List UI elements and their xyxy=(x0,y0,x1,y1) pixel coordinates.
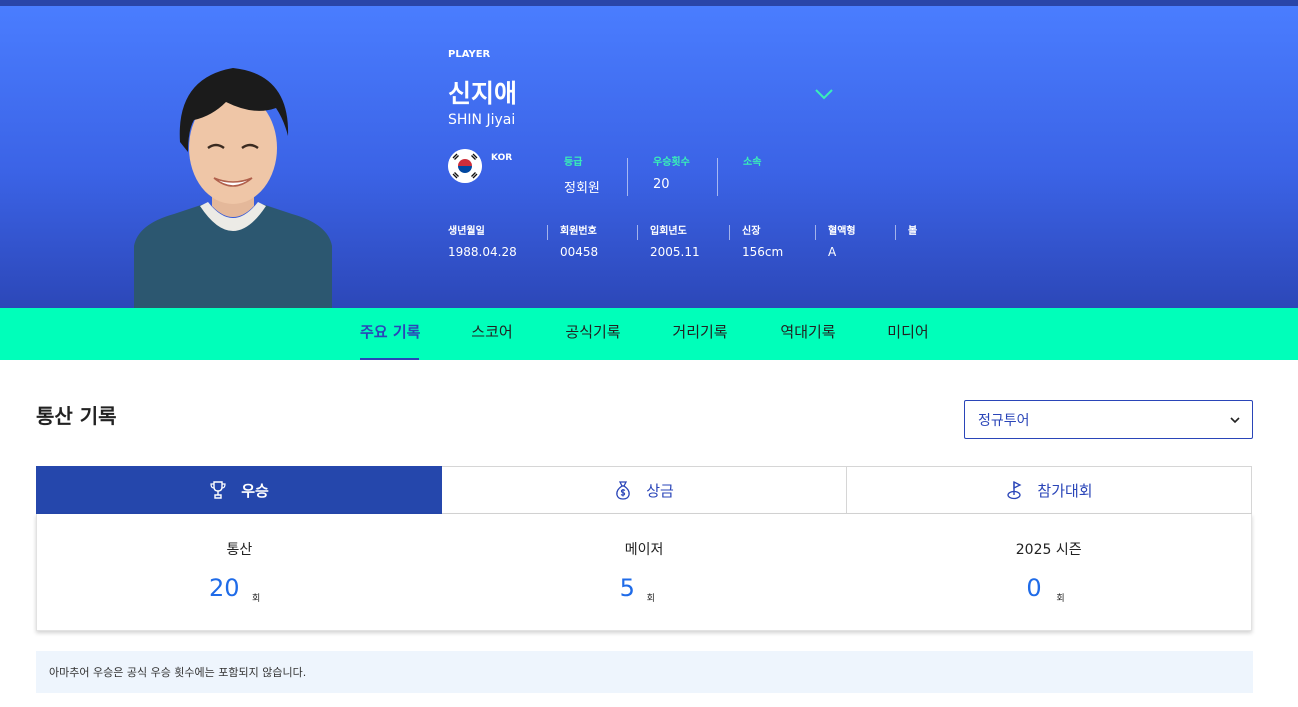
record-label: 메이저 xyxy=(624,542,664,558)
tour-select[interactable]: 정규투어 xyxy=(964,400,1253,439)
player-header: PLAYER 신지애 SHIN Jiyai KOR 등급 정회원 우승횟수 20… xyxy=(0,6,1298,308)
divider xyxy=(717,158,718,196)
record-tab-label: 우승 xyxy=(241,481,269,500)
money-bag-icon xyxy=(616,481,630,500)
tab-media[interactable]: 미디어 xyxy=(886,308,930,360)
player-name-en: SHIN Jiyai xyxy=(448,112,516,128)
record-panel: 통산 20 회 메이저 5 회 2025 시즌 0 회 xyxy=(36,514,1252,631)
tour-select-value: 정규투어 xyxy=(978,413,1030,429)
record-value: 0 xyxy=(1026,574,1042,602)
stat-label-affiliation: 소속 xyxy=(743,157,762,168)
stat-label-wins: 우승횟수 xyxy=(653,157,690,168)
detail-value-height: 156cm xyxy=(742,245,784,259)
detail-label-ball: 볼 xyxy=(908,226,918,237)
chevron-down-icon[interactable] xyxy=(812,82,836,106)
record-career: 통산 20 회 xyxy=(37,514,442,630)
record-unit: 회 xyxy=(252,594,261,604)
detail-label-birthdate: 생년월일 xyxy=(448,226,485,237)
record-tab-label: 참가대회 xyxy=(1037,481,1093,500)
record-label: 통산 xyxy=(226,542,253,558)
section-title: 통산 기록 xyxy=(36,404,117,428)
golf-flag-icon xyxy=(1007,480,1022,500)
divider xyxy=(627,158,628,196)
divider xyxy=(637,225,638,240)
detail-label-height: 신장 xyxy=(742,226,761,237)
record-tab-tournaments[interactable]: 참가대회 xyxy=(847,466,1252,514)
divider xyxy=(547,225,548,240)
record-tab-wins[interactable]: 우승 xyxy=(36,466,442,514)
record-value: 20 xyxy=(209,574,240,602)
player-name-ko: 신지애 xyxy=(448,79,518,108)
country-code: KOR xyxy=(491,153,513,163)
detail-label-join-date: 입회년도 xyxy=(650,226,687,237)
tab-official-records[interactable]: 공식기록 xyxy=(564,308,622,360)
korea-flag-icon xyxy=(448,149,482,183)
record-season: 2025 시즌 0 회 xyxy=(846,514,1251,630)
record-unit: 회 xyxy=(646,594,655,604)
detail-value-birthdate: 1988.04.28 xyxy=(448,245,517,259)
record-tab-label: 상금 xyxy=(646,481,674,500)
trophy-icon xyxy=(210,481,226,499)
player-photo xyxy=(134,68,332,308)
tab-score[interactable]: 스코어 xyxy=(470,308,514,360)
record-unit: 회 xyxy=(1056,594,1065,604)
amateur-note: 아마추어 우승은 공식 우승 횟수에는 포함되지 않습니다. xyxy=(36,651,1253,693)
player-label: PLAYER xyxy=(448,49,491,60)
main-content: 통산 기록 정규투어 우승 상금 참가대회 통산 20 회 메이저 5 회 20… xyxy=(0,360,1298,707)
divider xyxy=(895,225,896,240)
divider xyxy=(729,225,730,240)
tab-all-time-records[interactable]: 역대기록 xyxy=(779,308,837,360)
record-value: 5 xyxy=(619,574,635,602)
detail-value-blood-type: A xyxy=(828,245,837,259)
divider xyxy=(815,225,816,240)
stat-value-grade: 정회원 xyxy=(564,181,600,196)
stat-label-grade: 등급 xyxy=(564,157,583,168)
chevron-down-icon xyxy=(1230,417,1240,424)
detail-value-member-no: 00458 xyxy=(560,245,599,259)
record-majors: 메이저 5 회 xyxy=(442,514,847,630)
detail-label-member-no: 회원번호 xyxy=(560,226,597,237)
detail-value-join-date: 2005.11 xyxy=(650,245,700,259)
tab-distance-records[interactable]: 거리기록 xyxy=(671,308,729,360)
tab-main-records[interactable]: 주요 기록 xyxy=(360,308,420,360)
stat-value-wins: 20 xyxy=(653,177,670,192)
record-label: 2025 시즌 xyxy=(1015,542,1082,558)
main-tab-bar: 주요 기록 스코어 공식기록 거리기록 역대기록 미디어 xyxy=(0,308,1298,360)
record-tabs: 우승 상금 참가대회 xyxy=(36,466,1252,514)
detail-label-blood-type: 혈액형 xyxy=(828,226,856,237)
record-tab-prize-money[interactable]: 상금 xyxy=(442,466,847,514)
